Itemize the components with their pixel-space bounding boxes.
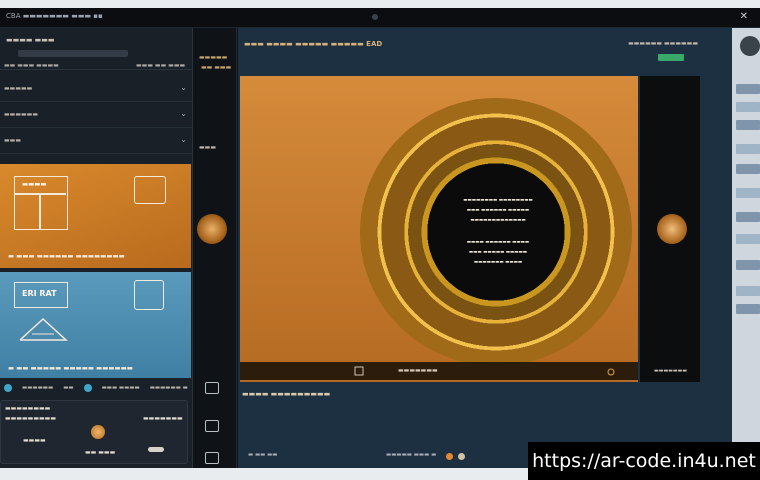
strip-label-top: ▬▬▬▬▬: [199, 54, 228, 61]
medal-thumbnail[interactable]: [197, 214, 227, 244]
orange-card-footer: ▬ ▬▬▬ ▬▬▬▬▬▬ ▬▬▬▬▬▬▬▬: [8, 252, 125, 260]
blue-card-label: ERI RAT: [22, 289, 57, 298]
side-preview-panel[interactable]: ▬▬▬▬▬▬▬: [640, 76, 700, 382]
toolbar-text: ▬▬▬ ▬▬▬▬: [101, 385, 140, 391]
panel-right-title: ▬▬▬▬▬▬▬: [143, 415, 183, 422]
thumbnail[interactable]: [736, 304, 760, 314]
viewer-footer-text: ▬▬▬▬▬▬▬: [398, 367, 438, 374]
blue-card-footer: ▬ ▬▬ ▬▬▬▬▬ ▬▬▬▬▬ ▬▬▬▬▬▬: [8, 364, 133, 372]
ring-text: ▬▬▬▬ ▬▬▬▬▬▬ ▬▬▬▬: [466, 240, 530, 245]
status-dot-icon: [372, 14, 378, 20]
indicator-dot-icon[interactable]: [446, 453, 453, 460]
sidebar-search-input[interactable]: [18, 50, 128, 57]
app-window: CBA ▬▬▬▬▬▬▬ ▬▬▬ ▪▪ ✕ ▬▬▬▬ ▬▬▬ ▬▬ ▬▬▬ ▬▬▬…: [0, 8, 760, 468]
thumbnail[interactable]: [736, 84, 760, 94]
thumbnail[interactable]: [736, 234, 760, 244]
viewer-footer: ▬▬▬▬▬▬▬: [240, 362, 638, 380]
sidebar-header: ▬▬▬▬ ▬▬▬ ▬▬ ▬▬▬ ▬▬▬▬ ▬▬▬ ▬▬ ▬▬▬: [0, 28, 193, 70]
chevron-down-icon: ⌄: [180, 135, 187, 144]
toolbar-text: ▬▬▬▬▬▬: [22, 385, 54, 391]
sidebar-item[interactable]: ▬▬▬▬▬▬ ⌄: [0, 102, 193, 128]
circle-icon[interactable]: [4, 384, 12, 392]
coin-icon: [91, 425, 105, 439]
sidebar-toolbar: ▬▬▬▬▬▬ ▬▬ ▬▬▬ ▬▬▬▬ ▬▬▬▬▬▬ ▬: [0, 380, 191, 396]
tool-strip: ▬▬▬▬▬ ▬▬ ▬▬▬ ▬▬▬: [193, 28, 237, 468]
toggle-pill[interactable]: [148, 447, 164, 452]
sidebar-item-label: ▬▬▬▬▬: [4, 85, 33, 92]
strip-label-sub: ▬▬ ▬▬▬: [201, 64, 232, 71]
panel-subtitle: ▬▬▬▬▬▬▬▬▬: [5, 415, 57, 422]
toolbar-text: ▬▬▬▬▬▬ ▬: [149, 385, 188, 391]
frame-icon[interactable]: [205, 382, 219, 394]
thumbnail[interactable]: [736, 212, 760, 222]
document-icon: [134, 280, 164, 310]
blue-card[interactable]: ERI RAT ▬ ▬▬ ▬▬▬▬▬ ▬▬▬▬▬ ▬▬▬▬▬▬: [0, 272, 191, 378]
panel-value-mid: ▬▬ ▬▬▬: [85, 449, 116, 456]
ring-text: ▬▬▬▬▬▬▬▬▬▬▬▬▬: [470, 218, 526, 223]
main-area: ▬▬▬ ▬▬▬▬ ▬▬▬▬▬ ▬▬▬▬▬ EAD ▬▬▬▬▬▬ ▬▬▬▬▬▬ ▬…: [238, 28, 732, 468]
ring-text: ▬▬▬ ▬▬▬▬▬ ▬▬▬▬▬: [468, 250, 528, 255]
sidebar-item-label: ▬▬▬▬▬▬: [4, 111, 39, 118]
chevron-down-icon: ⌄: [180, 83, 187, 92]
panel-value-left: ▬▬▬▬: [23, 437, 46, 444]
status-badge: [658, 54, 684, 61]
sidebar-title: ▬▬▬▬ ▬▬▬: [6, 36, 55, 44]
strip-label-mid: ▬▬▬: [199, 144, 217, 151]
document-icon: [134, 176, 166, 204]
title-bar: CBA ▬▬▬▬▬▬▬ ▬▬▬ ▪▪ ✕: [0, 8, 760, 28]
thumbnail[interactable]: [736, 164, 760, 174]
image-caption: ▬▬▬▬ ▬▬▬▬▬▬▬▬▬: [242, 390, 331, 398]
frame-icon[interactable]: [205, 452, 219, 464]
left-sidebar: ▬▬▬▬ ▬▬▬ ▬▬ ▬▬▬ ▬▬▬▬ ▬▬▬ ▬▬ ▬▬▬ ▬▬▬▬▬ ⌄ …: [0, 28, 193, 468]
preview-label: ▬▬▬▬▬▬▬: [654, 368, 688, 374]
document-icon[interactable]: [354, 366, 364, 376]
ring-text: ▬▬▬ ▬▬▬▬▬▬ ▬▬▬▬▬: [466, 208, 530, 213]
sidebar-item[interactable]: ▬▬▬ ⌄: [0, 128, 193, 154]
orange-card[interactable]: ▬▬▬▬ ▬ ▬▬▬ ▬▬▬▬▬▬ ▬▬▬▬▬▬▬▬: [0, 164, 191, 268]
close-icon[interactable]: ✕: [740, 11, 748, 23]
bottom-left-text: ▬ ▬▬ ▬▬: [248, 452, 278, 458]
chevron-down-icon: ⌄: [180, 109, 187, 118]
app-title: CBA ▬▬▬▬▬▬▬ ▬▬▬ ▪▪: [6, 12, 103, 20]
medallion-image: ▬▬▬▬▬▬▬▬ ▬▬▬▬▬▬▬▬ ▬▬▬ ▬▬▬▬▬▬ ▬▬▬▬▬ ▬▬▬▬▬…: [360, 98, 632, 366]
frame-icon[interactable]: [205, 420, 219, 432]
thumbnail[interactable]: [736, 188, 760, 198]
thumbnail[interactable]: [736, 144, 760, 154]
medal-thumbnail: [657, 214, 687, 244]
mountain-icon: [19, 317, 68, 341]
image-viewer[interactable]: ▬▬▬▬▬▬▬▬ ▬▬▬▬▬▬▬▬ ▬▬▬ ▬▬▬▬▬▬ ▬▬▬▬▬ ▬▬▬▬▬…: [240, 76, 638, 382]
sidebar-subtitle-left: ▬▬ ▬▬▬ ▬▬▬▬: [4, 62, 59, 69]
indicator-dot-icon[interactable]: [458, 453, 465, 460]
avatar[interactable]: [740, 36, 760, 56]
ring-text: ▬▬▬▬▬▬▬▬ ▬▬▬▬▬▬▬▬: [463, 198, 533, 203]
thumbnail[interactable]: [736, 102, 760, 112]
toolbar-text: ▬▬: [63, 385, 74, 391]
sidebar-list: ▬▬▬▬▬ ⌄ ▬▬▬▬▬▬ ⌄ ▬▬▬ ⌄: [0, 76, 193, 154]
main-right-heading: ▬▬▬▬▬▬ ▬▬▬▬▬▬: [628, 40, 698, 47]
sidebar-item-label: ▬▬▬: [4, 137, 22, 144]
orange-card-label: ▬▬▬▬: [22, 180, 47, 188]
thumbnail[interactable]: [736, 260, 760, 270]
panel-title: ▬▬▬▬▬▬▬▬: [5, 405, 51, 412]
thumbnail[interactable]: [736, 120, 760, 130]
bottom-right-text: ▬▬▬▬▬ ▬▬▬ ▬: [386, 452, 437, 458]
circle-icon[interactable]: [83, 384, 92, 392]
sidebar-subtitle-right: ▬▬▬ ▬▬ ▬▬▬: [136, 62, 186, 69]
sidebar-item[interactable]: ▬▬▬▬▬ ⌄: [0, 76, 193, 102]
watermark-url: https://ar-code.in4u.net: [528, 442, 760, 480]
ring-text: ▬▬▬▬▬▬▬ ▬▬▬▬: [473, 260, 523, 265]
thumbnail-rail: [732, 28, 760, 468]
main-heading: ▬▬▬ ▬▬▬▬ ▬▬▬▬▬ ▬▬▬▬▬ EAD: [244, 40, 383, 48]
lock-icon[interactable]: [606, 366, 616, 376]
thumbnail[interactable]: [736, 286, 760, 296]
sidebar-panel: ▬▬▬▬▬▬▬▬ ▬▬▬▬▬▬▬▬▬ ▬▬▬▬ ▬▬ ▬▬▬ ▬▬▬▬▬▬▬: [0, 400, 188, 464]
